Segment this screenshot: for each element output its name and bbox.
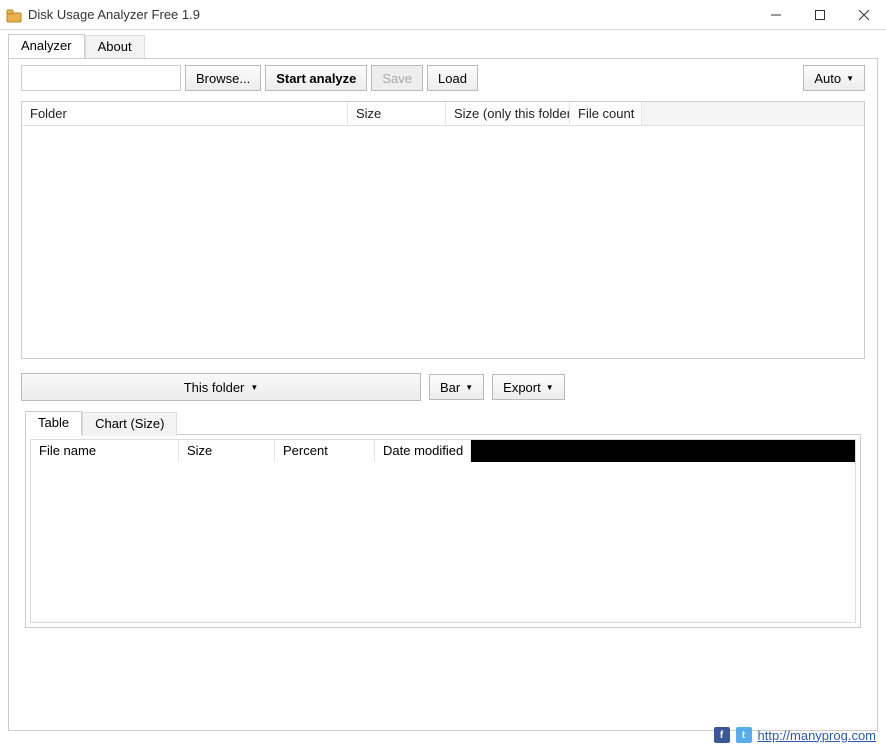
minimize-button[interactable] bbox=[754, 0, 798, 29]
homepage-link[interactable]: http://manyprog.com bbox=[758, 728, 877, 743]
col-date-modified[interactable]: Date modified bbox=[375, 440, 471, 462]
file-table-header: File name Size Percent Date modified bbox=[31, 440, 855, 462]
start-analyze-button[interactable]: Start analyze bbox=[265, 65, 367, 91]
col-file-name[interactable]: File name bbox=[31, 440, 179, 462]
col-file-size[interactable]: Size bbox=[179, 440, 275, 462]
mid-toolbar: This folder ▼ Bar ▼ Export ▼ bbox=[9, 363, 877, 405]
tab-analyzer[interactable]: Analyzer bbox=[8, 34, 85, 58]
title-bar: Disk Usage Analyzer Free 1.9 bbox=[0, 0, 886, 30]
tab-chart-size[interactable]: Chart (Size) bbox=[82, 412, 177, 436]
bar-label: Bar bbox=[440, 380, 460, 395]
detail-tabstrip: Table Chart (Size) bbox=[9, 411, 877, 435]
auto-dropdown[interactable]: Auto ▼ bbox=[803, 65, 865, 91]
browse-button[interactable]: Browse... bbox=[185, 65, 261, 91]
export-dropdown[interactable]: Export ▼ bbox=[492, 374, 565, 400]
this-folder-dropdown[interactable]: This folder ▼ bbox=[21, 373, 421, 401]
col-size[interactable]: Size bbox=[348, 102, 446, 125]
file-table[interactable]: File name Size Percent Date modified bbox=[30, 439, 856, 623]
save-button: Save bbox=[371, 65, 423, 91]
this-folder-label: This folder bbox=[184, 380, 245, 395]
chevron-down-icon: ▼ bbox=[250, 383, 258, 392]
path-input[interactable] bbox=[21, 65, 181, 91]
maximize-button[interactable] bbox=[798, 0, 842, 29]
chevron-down-icon: ▼ bbox=[546, 383, 554, 392]
tab-table[interactable]: Table bbox=[25, 411, 82, 435]
folder-list-header: Folder Size Size (only this folder) File… bbox=[22, 102, 864, 126]
window-title: Disk Usage Analyzer Free 1.9 bbox=[28, 7, 754, 22]
top-toolbar: Browse... Start analyze Save Load Auto ▼ bbox=[9, 59, 877, 97]
app-icon bbox=[6, 7, 22, 23]
chevron-down-icon: ▼ bbox=[846, 74, 854, 83]
file-table-body[interactable] bbox=[31, 462, 855, 622]
main-tabstrip: Analyzer About bbox=[0, 34, 886, 58]
tab-about[interactable]: About bbox=[85, 35, 145, 59]
col-size-only[interactable]: Size (only this folder) bbox=[446, 102, 570, 125]
folder-listview[interactable]: Folder Size Size (only this folder) File… bbox=[21, 101, 865, 359]
col-graph-area bbox=[471, 440, 855, 462]
load-button[interactable]: Load bbox=[427, 65, 478, 91]
col-folder[interactable]: Folder bbox=[22, 102, 348, 125]
folder-list-body[interactable] bbox=[22, 126, 864, 358]
close-button[interactable] bbox=[842, 0, 886, 29]
col-file-count[interactable]: File count bbox=[570, 102, 642, 125]
auto-label: Auto bbox=[814, 71, 841, 86]
col-percent[interactable]: Percent bbox=[275, 440, 375, 462]
facebook-icon[interactable]: f bbox=[714, 727, 730, 743]
col-spacer bbox=[642, 102, 864, 125]
twitter-icon[interactable]: t bbox=[736, 727, 752, 743]
footer: f t http://manyprog.com bbox=[714, 723, 877, 747]
bar-dropdown[interactable]: Bar ▼ bbox=[429, 374, 484, 400]
export-label: Export bbox=[503, 380, 541, 395]
chevron-down-icon: ▼ bbox=[465, 383, 473, 392]
